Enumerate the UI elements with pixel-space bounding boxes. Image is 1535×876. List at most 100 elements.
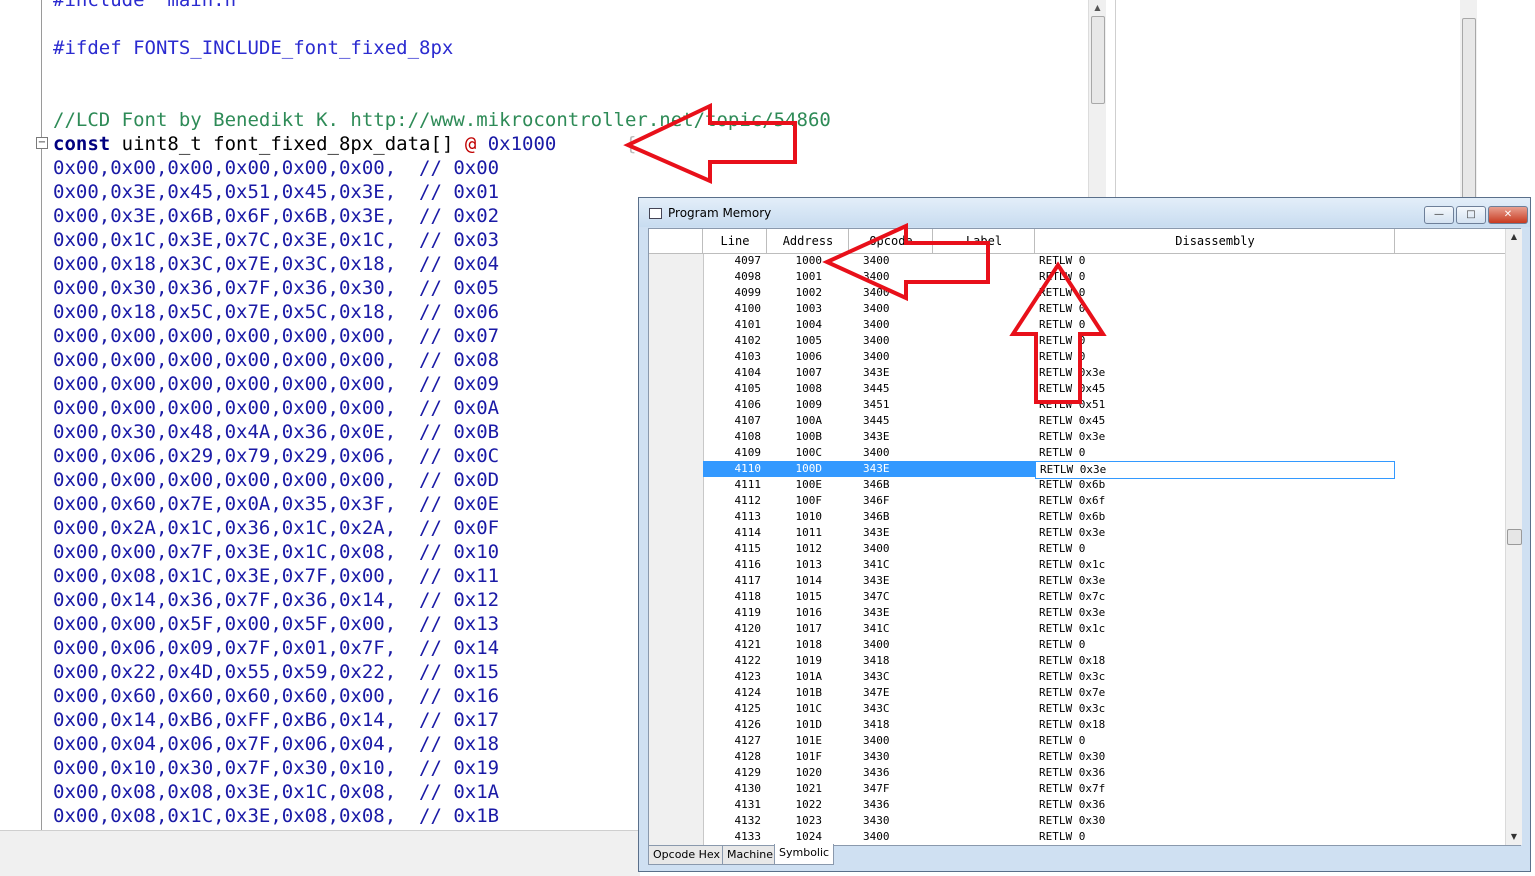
scroll-up-arrow-icon[interactable]: ▲ <box>1089 0 1106 16</box>
table-row[interactable]: 4112 100F 346F RETLW 0x6f <box>649 493 1504 509</box>
table-row[interactable]: 4110 100D 343E RETLW 0x3e <box>649 461 1504 479</box>
table-row[interactable]: 4122 1019 3418 RETLW 0x18 <box>649 653 1504 669</box>
table-row[interactable]: 4113 1010 346B RETLW 0x6b <box>649 509 1504 525</box>
maximize-button[interactable]: □ <box>1456 206 1486 224</box>
scrollbar-thumb[interactable] <box>1091 16 1105 104</box>
code-line[interactable]: 0x00,0x04,0x06,0x7F,0x06,0x04, // 0x18 <box>53 732 499 756</box>
cell-line: 4129 <box>734 766 762 779</box>
code-line[interactable]: const uint8_t font_fixed_8px_data[] @ 0x… <box>53 132 636 156</box>
code-line[interactable]: 0x00,0x14,0xB6,0xFF,0xB6,0x14, // 0x17 <box>53 708 499 732</box>
table-row[interactable]: 4099 1002 3400 RETLW 0 <box>649 285 1504 301</box>
table-row[interactable]: 4115 1012 3400 RETLW 0 <box>649 541 1504 557</box>
cell-disassembly: RETLW 0x3e <box>1039 606 1106 619</box>
table-row[interactable]: 4128 101F 3430 RETLW 0x30 <box>649 749 1504 765</box>
header-line[interactable]: Line <box>703 229 767 253</box>
table-row[interactable]: 4107 100A 3445 RETLW 0x45 <box>649 413 1504 429</box>
table-row[interactable]: 4126 101D 3418 RETLW 0x18 <box>649 717 1504 733</box>
fold-collapse-icon[interactable]: − <box>36 137 48 149</box>
table-row[interactable]: 4121 1018 3400 RETLW 0 <box>649 637 1504 653</box>
table-row[interactable]: 4114 1011 343E RETLW 0x3e <box>649 525 1504 541</box>
code-line[interactable]: //LCD Font by Benedikt K. http://www.mik… <box>53 108 831 132</box>
cell-line: 4103 <box>734 350 762 363</box>
code-line[interactable]: 0x00,0x00,0x00,0x00,0x00,0x00, // 0x07 <box>53 324 499 348</box>
tab-machine[interactable]: Machine <box>722 845 779 865</box>
table-row[interactable]: 4098 1001 3400 RETLW 0 <box>649 269 1504 285</box>
code-line[interactable]: 0x00,0x18,0x5C,0x7E,0x5C,0x18, // 0x06 <box>53 300 499 324</box>
table-row[interactable]: 4106 1009 3451 RETLW 0x51 <box>649 397 1504 413</box>
code-line[interactable]: 0x00,0x1C,0x3E,0x7C,0x3E,0x1C, // 0x03 <box>53 228 499 252</box>
table-row[interactable]: 4116 1013 341C RETLW 0x1c <box>649 557 1504 573</box>
table-row[interactable]: 4127 101E 3400 RETLW 0 <box>649 733 1504 749</box>
table-row[interactable]: 4111 100E 346B RETLW 0x6b <box>649 477 1504 493</box>
scrollbar-thumb[interactable] <box>1507 529 1522 545</box>
table-row[interactable]: 4109 100C 3400 RETLW 0 <box>649 445 1504 461</box>
table-row[interactable]: 4119 1016 343E RETLW 0x3e <box>649 605 1504 621</box>
code-line[interactable]: 0x00,0x60,0x7E,0x0A,0x35,0x3F, // 0x0E <box>53 492 499 516</box>
code-line[interactable]: 0x00,0x18,0x3C,0x7E,0x3C,0x18, // 0x04 <box>53 252 499 276</box>
code-line[interactable]: 0x00,0x3E,0x45,0x51,0x45,0x3E, // 0x01 <box>53 180 499 204</box>
cell-opcode: 3445 <box>863 382 890 395</box>
table-vertical-scrollbar[interactable]: ▲ ▼ <box>1505 229 1522 845</box>
table-row[interactable]: 4118 1015 347C RETLW 0x7c <box>649 589 1504 605</box>
cell-line: 4116 <box>734 558 762 571</box>
scroll-up-arrow-icon[interactable]: ▲ <box>1506 229 1522 245</box>
code-line[interactable]: 0x00,0x22,0x4D,0x55,0x59,0x22, // 0x15 <box>53 660 499 684</box>
code-line[interactable]: 0x00,0x00,0x00,0x00,0x00,0x00, // 0x0D <box>53 468 499 492</box>
code-line[interactable]: 0x00,0x06,0x09,0x7F,0x01,0x7F, // 0x14 <box>53 636 499 660</box>
table-row[interactable]: 4105 1008 3445 RETLW 0x45 <box>649 381 1504 397</box>
minimize-button[interactable]: — <box>1424 206 1454 224</box>
table-row[interactable]: 4117 1014 343E RETLW 0x3e <box>649 573 1504 589</box>
table-row[interactable]: 4129 1020 3436 RETLW 0x36 <box>649 765 1504 781</box>
right-pane-scrollbar[interactable] <box>1460 0 1477 200</box>
code-line[interactable]: 0x00,0x30,0x48,0x4A,0x36,0x0E, // 0x0B <box>53 420 499 444</box>
table-row[interactable]: 4125 101C 343C RETLW 0x3c <box>649 701 1504 717</box>
code-line[interactable]: 0x00,0x3E,0x6B,0x6F,0x6B,0x3E, // 0x02 <box>53 204 499 228</box>
window-titlebar[interactable]: Program Memory — □ ✕ <box>639 198 1530 227</box>
memory-table[interactable]: Line Address Opcode Label Disassembly 40… <box>648 228 1522 846</box>
table-row[interactable]: 4104 1007 343E RETLW 0x3e <box>649 365 1504 381</box>
table-row[interactable]: 4130 1021 347F RETLW 0x7f <box>649 781 1504 797</box>
code-line[interactable]: 0x00,0x10,0x30,0x7F,0x30,0x10, // 0x19 <box>53 756 499 780</box>
program-memory-window[interactable]: Program Memory — □ ✕ Line Address Opcode… <box>638 197 1531 872</box>
header-disassembly[interactable]: Disassembly <box>1035 229 1395 253</box>
cell-line: 4115 <box>734 542 762 555</box>
header-address[interactable]: Address <box>767 229 849 253</box>
tab-opcode-hex[interactable]: Opcode Hex <box>648 845 726 865</box>
tab-symbolic[interactable]: Symbolic <box>774 844 835 865</box>
code-line[interactable]: 0x00,0x06,0x29,0x79,0x29,0x06, // 0x0C <box>53 444 499 468</box>
code-line[interactable]: 0x00,0x08,0x1C,0x3E,0x08,0x08, // 0x1B <box>53 804 499 828</box>
code-line[interactable]: 0x00,0x00,0x7F,0x3E,0x1C,0x08, // 0x10 <box>53 540 499 564</box>
table-row[interactable]: 4131 1022 3436 RETLW 0x36 <box>649 797 1504 813</box>
code-line[interactable]: 0x00,0x08,0x1C,0x3E,0x7F,0x00, // 0x11 <box>53 564 499 588</box>
code-line[interactable]: 0x00,0x00,0x00,0x00,0x00,0x00, // 0x00 <box>53 156 499 180</box>
table-row[interactable]: 4103 1006 3400 RETLW 0 <box>649 349 1504 365</box>
table-row[interactable]: 4124 101B 347E RETLW 0x7e <box>649 685 1504 701</box>
table-row[interactable]: 4100 1003 3400 RETLW 0 <box>649 301 1504 317</box>
table-row[interactable]: 4108 100B 343E RETLW 0x3e <box>649 429 1504 445</box>
table-row[interactable]: 4097 1000 3400 RETLW 0 <box>649 253 1504 269</box>
scrollbar-thumb[interactable] <box>1462 18 1476 200</box>
code-line[interactable]: 0x00,0x60,0x60,0x60,0x60,0x00, // 0x16 <box>53 684 499 708</box>
cell-label <box>933 781 1035 797</box>
code-line-text: 0x00,0x2A,0x1C,0x36,0x1C,0x2A, // 0x0F <box>53 517 500 539</box>
table-row[interactable]: 4123 101A 343C RETLW 0x3c <box>649 669 1504 685</box>
table-row[interactable]: 4120 1017 341C RETLW 0x1c <box>649 621 1504 637</box>
code-line[interactable]: 0x00,0x14,0x36,0x7F,0x36,0x14, // 0x12 <box>53 588 499 612</box>
code-line[interactable]: 0x00,0x00,0x5F,0x00,0x5F,0x00, // 0x13 <box>53 612 499 636</box>
code-line[interactable]: #ifdef FONTS_INCLUDE_font_fixed_8px <box>53 36 453 60</box>
table-row[interactable]: 4132 1023 3430 RETLW 0x30 <box>649 813 1504 829</box>
table-row[interactable]: 4101 1004 3400 RETLW 0 <box>649 317 1504 333</box>
code-line[interactable]: 0x00,0x08,0x08,0x3E,0x1C,0x08, // 0x1A <box>53 780 499 804</box>
table-row[interactable]: 4133 1024 3400 RETLW 0 <box>649 829 1504 845</box>
close-button[interactable]: ✕ <box>1488 206 1528 224</box>
header-label[interactable]: Label <box>933 229 1035 253</box>
scroll-down-arrow-icon[interactable]: ▼ <box>1506 829 1522 845</box>
code-line[interactable]: #include main.h <box>53 0 236 12</box>
code-line[interactable]: 0x00,0x2A,0x1C,0x36,0x1C,0x2A, // 0x0F <box>53 516 499 540</box>
table-row[interactable]: 4102 1005 3400 RETLW 0 <box>649 333 1504 349</box>
header-opcode[interactable]: Opcode <box>849 229 933 253</box>
code-line[interactable]: 0x00,0x00,0x00,0x00,0x00,0x00, // 0x0A <box>53 396 499 420</box>
code-line[interactable]: 0x00,0x00,0x00,0x00,0x00,0x00, // 0x08 <box>53 348 499 372</box>
code-line[interactable]: 0x00,0x30,0x36,0x7F,0x36,0x30, // 0x05 <box>53 276 499 300</box>
code-line[interactable]: 0x00,0x00,0x00,0x00,0x00,0x00, // 0x09 <box>53 372 499 396</box>
